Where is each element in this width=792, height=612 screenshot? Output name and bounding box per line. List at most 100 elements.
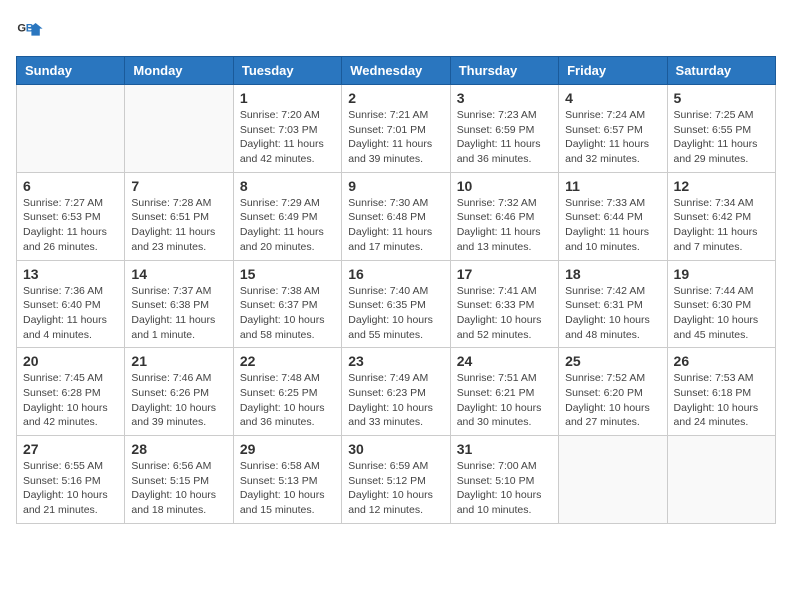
day-info: Sunrise: 7:53 AMSunset: 6:18 PMDaylight:… bbox=[674, 371, 769, 430]
calendar-cell bbox=[559, 436, 667, 524]
day-info: Sunrise: 7:21 AMSunset: 7:01 PMDaylight:… bbox=[348, 108, 443, 167]
page-header: G B bbox=[16, 16, 776, 44]
day-number: 6 bbox=[23, 178, 118, 194]
weekday-header: Sunday bbox=[17, 57, 125, 85]
day-number: 1 bbox=[240, 90, 335, 106]
day-number: 5 bbox=[674, 90, 769, 106]
logo: G B bbox=[16, 16, 48, 44]
calendar-cell: 15Sunrise: 7:38 AMSunset: 6:37 PMDayligh… bbox=[233, 260, 341, 348]
day-info: Sunrise: 7:36 AMSunset: 6:40 PMDaylight:… bbox=[23, 284, 118, 343]
day-number: 24 bbox=[457, 353, 552, 369]
day-number: 3 bbox=[457, 90, 552, 106]
day-info: Sunrise: 7:33 AMSunset: 6:44 PMDaylight:… bbox=[565, 196, 660, 255]
day-number: 28 bbox=[131, 441, 226, 457]
calendar-week-row: 13 Sunrise: 7:36 AMSunset: 6:40 PMDayligh… bbox=[17, 260, 776, 348]
calendar-cell: 8 Sunrise: 7:29 AMSunset: 6:49 PMDaylight… bbox=[233, 172, 341, 260]
day-info: Sunrise: 7:49 AMSunset: 6:23 PMDaylight:… bbox=[348, 371, 443, 430]
day-number: 14 bbox=[131, 266, 226, 282]
day-info: Sunrise: 7:38 AMSunset: 6:37 PMDaylight:… bbox=[240, 284, 335, 343]
day-info: Sunrise: 7:24 AMSunset: 6:57 PMDaylight:… bbox=[565, 108, 660, 167]
calendar-cell: 16 Sunrise: 7:40 AMSunset: 6:35 PMDayligh… bbox=[342, 260, 450, 348]
day-info: Sunrise: 7:29 AMSunset: 6:49 PMDaylight:… bbox=[240, 196, 335, 255]
calendar-cell: 21 Sunrise: 7:46 AMSunset: 6:26 PMDayligh… bbox=[125, 348, 233, 436]
day-info: Sunrise: 7:32 AMSunset: 6:46 PMDaylight:… bbox=[457, 196, 552, 255]
day-number: 22 bbox=[240, 353, 335, 369]
calendar-cell: 7Sunrise: 7:28 AMSunset: 6:51 PMDaylight… bbox=[125, 172, 233, 260]
calendar-cell bbox=[17, 85, 125, 173]
day-info: Sunrise: 7:46 AMSunset: 6:26 PMDaylight:… bbox=[131, 371, 226, 430]
calendar-cell: 27 Sunrise: 6:55 AMSunset: 5:16 PMDayligh… bbox=[17, 436, 125, 524]
day-info: Sunrise: 7:28 AMSunset: 6:51 PMDaylight:… bbox=[131, 196, 226, 255]
day-info: Sunrise: 7:25 AMSunset: 6:55 PMDaylight:… bbox=[674, 108, 769, 167]
day-number: 8 bbox=[240, 178, 335, 194]
svg-text:G: G bbox=[17, 22, 26, 34]
calendar-cell bbox=[125, 85, 233, 173]
calendar-week-row: 27 Sunrise: 6:55 AMSunset: 5:16 PMDayligh… bbox=[17, 436, 776, 524]
day-info: Sunrise: 6:59 AMSunset: 5:12 PMDaylight:… bbox=[348, 459, 443, 518]
calendar-cell: 25Sunrise: 7:52 AMSunset: 6:20 PMDayligh… bbox=[559, 348, 667, 436]
calendar-cell: 20Sunrise: 7:45 AMSunset: 6:28 PMDayligh… bbox=[17, 348, 125, 436]
day-number: 16 bbox=[348, 266, 443, 282]
day-number: 23 bbox=[348, 353, 443, 369]
day-number: 13 bbox=[23, 266, 118, 282]
calendar-cell: 18 Sunrise: 7:42 AMSunset: 6:31 PMDayligh… bbox=[559, 260, 667, 348]
day-number: 12 bbox=[674, 178, 769, 194]
day-number: 18 bbox=[565, 266, 660, 282]
day-number: 4 bbox=[565, 90, 660, 106]
calendar-cell: 14 Sunrise: 7:37 AMSunset: 6:38 PMDayligh… bbox=[125, 260, 233, 348]
day-info: Sunrise: 7:23 AMSunset: 6:59 PMDaylight:… bbox=[457, 108, 552, 167]
calendar-cell: 6Sunrise: 7:27 AMSunset: 6:53 PMDaylight… bbox=[17, 172, 125, 260]
day-info: Sunrise: 7:42 AMSunset: 6:31 PMDaylight:… bbox=[565, 284, 660, 343]
calendar-cell: 24 Sunrise: 7:51 AMSunset: 6:21 PMDayligh… bbox=[450, 348, 558, 436]
day-info: Sunrise: 7:51 AMSunset: 6:21 PMDaylight:… bbox=[457, 371, 552, 430]
calendar-cell: 17Sunrise: 7:41 AMSunset: 6:33 PMDayligh… bbox=[450, 260, 558, 348]
calendar-cell: 1 Sunrise: 7:20 AMSunset: 7:03 PMDaylight… bbox=[233, 85, 341, 173]
day-number: 2 bbox=[348, 90, 443, 106]
calendar-week-row: 6Sunrise: 7:27 AMSunset: 6:53 PMDaylight… bbox=[17, 172, 776, 260]
calendar-cell: 3 Sunrise: 7:23 AMSunset: 6:59 PMDaylight… bbox=[450, 85, 558, 173]
day-number: 9 bbox=[348, 178, 443, 194]
weekday-header: Thursday bbox=[450, 57, 558, 85]
day-info: Sunrise: 7:37 AMSunset: 6:38 PMDaylight:… bbox=[131, 284, 226, 343]
day-info: Sunrise: 6:55 AMSunset: 5:16 PMDaylight:… bbox=[23, 459, 118, 518]
day-info: Sunrise: 7:48 AMSunset: 6:25 PMDaylight:… bbox=[240, 371, 335, 430]
day-info: Sunrise: 6:58 AMSunset: 5:13 PMDaylight:… bbox=[240, 459, 335, 518]
day-number: 21 bbox=[131, 353, 226, 369]
day-number: 10 bbox=[457, 178, 552, 194]
calendar-cell: 10 Sunrise: 7:32 AMSunset: 6:46 PMDayligh… bbox=[450, 172, 558, 260]
calendar-cell: 19Sunrise: 7:44 AMSunset: 6:30 PMDayligh… bbox=[667, 260, 775, 348]
day-number: 27 bbox=[23, 441, 118, 457]
day-info: Sunrise: 7:00 AMSunset: 5:10 PMDaylight:… bbox=[457, 459, 552, 518]
calendar-cell: 5 Sunrise: 7:25 AMSunset: 6:55 PMDaylight… bbox=[667, 85, 775, 173]
calendar-cell: 26 Sunrise: 7:53 AMSunset: 6:18 PMDayligh… bbox=[667, 348, 775, 436]
calendar-cell: 30 Sunrise: 6:59 AMSunset: 5:12 PMDayligh… bbox=[342, 436, 450, 524]
calendar-cell: 11Sunrise: 7:33 AMSunset: 6:44 PMDayligh… bbox=[559, 172, 667, 260]
weekday-header: Saturday bbox=[667, 57, 775, 85]
weekday-header: Friday bbox=[559, 57, 667, 85]
weekday-header: Wednesday bbox=[342, 57, 450, 85]
day-number: 30 bbox=[348, 441, 443, 457]
day-info: Sunrise: 7:40 AMSunset: 6:35 PMDaylight:… bbox=[348, 284, 443, 343]
calendar-cell: 2 Sunrise: 7:21 AMSunset: 7:01 PMDaylight… bbox=[342, 85, 450, 173]
calendar-cell: 31 Sunrise: 7:00 AMSunset: 5:10 PMDayligh… bbox=[450, 436, 558, 524]
day-info: Sunrise: 7:44 AMSunset: 6:30 PMDaylight:… bbox=[674, 284, 769, 343]
calendar-cell: 23 Sunrise: 7:49 AMSunset: 6:23 PMDayligh… bbox=[342, 348, 450, 436]
logo-icon: G B bbox=[16, 16, 44, 44]
calendar-week-row: 1 Sunrise: 7:20 AMSunset: 7:03 PMDaylight… bbox=[17, 85, 776, 173]
day-info: Sunrise: 6:56 AMSunset: 5:15 PMDaylight:… bbox=[131, 459, 226, 518]
weekday-header-row: SundayMondayTuesdayWednesdayThursdayFrid… bbox=[17, 57, 776, 85]
day-number: 26 bbox=[674, 353, 769, 369]
day-info: Sunrise: 7:45 AMSunset: 6:28 PMDaylight:… bbox=[23, 371, 118, 430]
day-number: 29 bbox=[240, 441, 335, 457]
day-number: 25 bbox=[565, 353, 660, 369]
calendar-cell: 13 Sunrise: 7:36 AMSunset: 6:40 PMDayligh… bbox=[17, 260, 125, 348]
day-info: Sunrise: 7:20 AMSunset: 7:03 PMDaylight:… bbox=[240, 108, 335, 167]
day-info: Sunrise: 7:34 AMSunset: 6:42 PMDaylight:… bbox=[674, 196, 769, 255]
calendar-cell: 22 Sunrise: 7:48 AMSunset: 6:25 PMDayligh… bbox=[233, 348, 341, 436]
weekday-header: Tuesday bbox=[233, 57, 341, 85]
day-info: Sunrise: 7:41 AMSunset: 6:33 PMDaylight:… bbox=[457, 284, 552, 343]
day-number: 31 bbox=[457, 441, 552, 457]
calendar-table: SundayMondayTuesdayWednesdayThursdayFrid… bbox=[16, 56, 776, 524]
calendar-cell: 9Sunrise: 7:30 AMSunset: 6:48 PMDaylight… bbox=[342, 172, 450, 260]
calendar-cell: 4 Sunrise: 7:24 AMSunset: 6:57 PMDaylight… bbox=[559, 85, 667, 173]
